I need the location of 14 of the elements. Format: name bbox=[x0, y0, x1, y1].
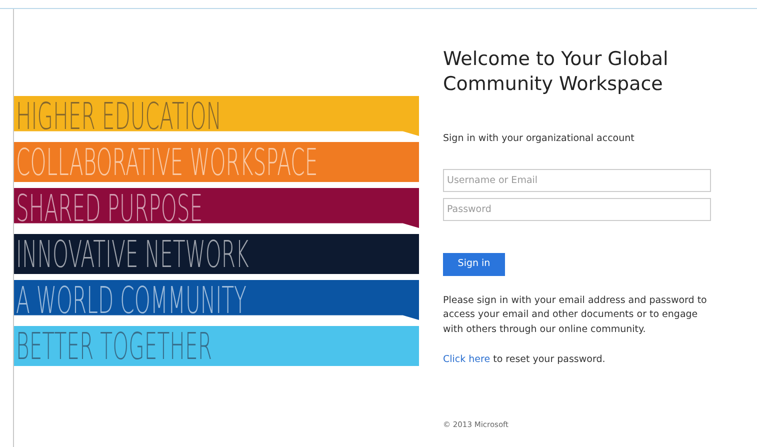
description-text: Please sign in with your email address and password to access your email and other documents or to engage with others through our online community. bbox=[443, 294, 708, 338]
banner-text: INNOVATIVE NETWORK bbox=[16, 236, 249, 272]
banner-text: BETTER TOGETHER bbox=[16, 328, 212, 364]
sign-in-button[interactable]: Sign in bbox=[443, 252, 505, 276]
sign-in-subtitle: Sign in with your organizational account bbox=[443, 132, 636, 146]
banner-text: HIGHER EDUCATION bbox=[16, 98, 222, 134]
banner-text: A WORLD COMMUNITY bbox=[16, 282, 246, 318]
banner-text: COLLABORATIVE WORKSPACE bbox=[16, 144, 318, 180]
input-field[interactable]: Password bbox=[443, 198, 711, 221]
welcome-title: Welcome to Your Global Community Workspace bbox=[443, 47, 670, 96]
reset-text: to reset your password. bbox=[492, 354, 606, 365]
input-field[interactable]: Username or Email bbox=[443, 168, 711, 192]
banner-text: SHARED PURPOSE bbox=[16, 190, 203, 226]
reset-link[interactable]: Click here bbox=[443, 354, 490, 365]
